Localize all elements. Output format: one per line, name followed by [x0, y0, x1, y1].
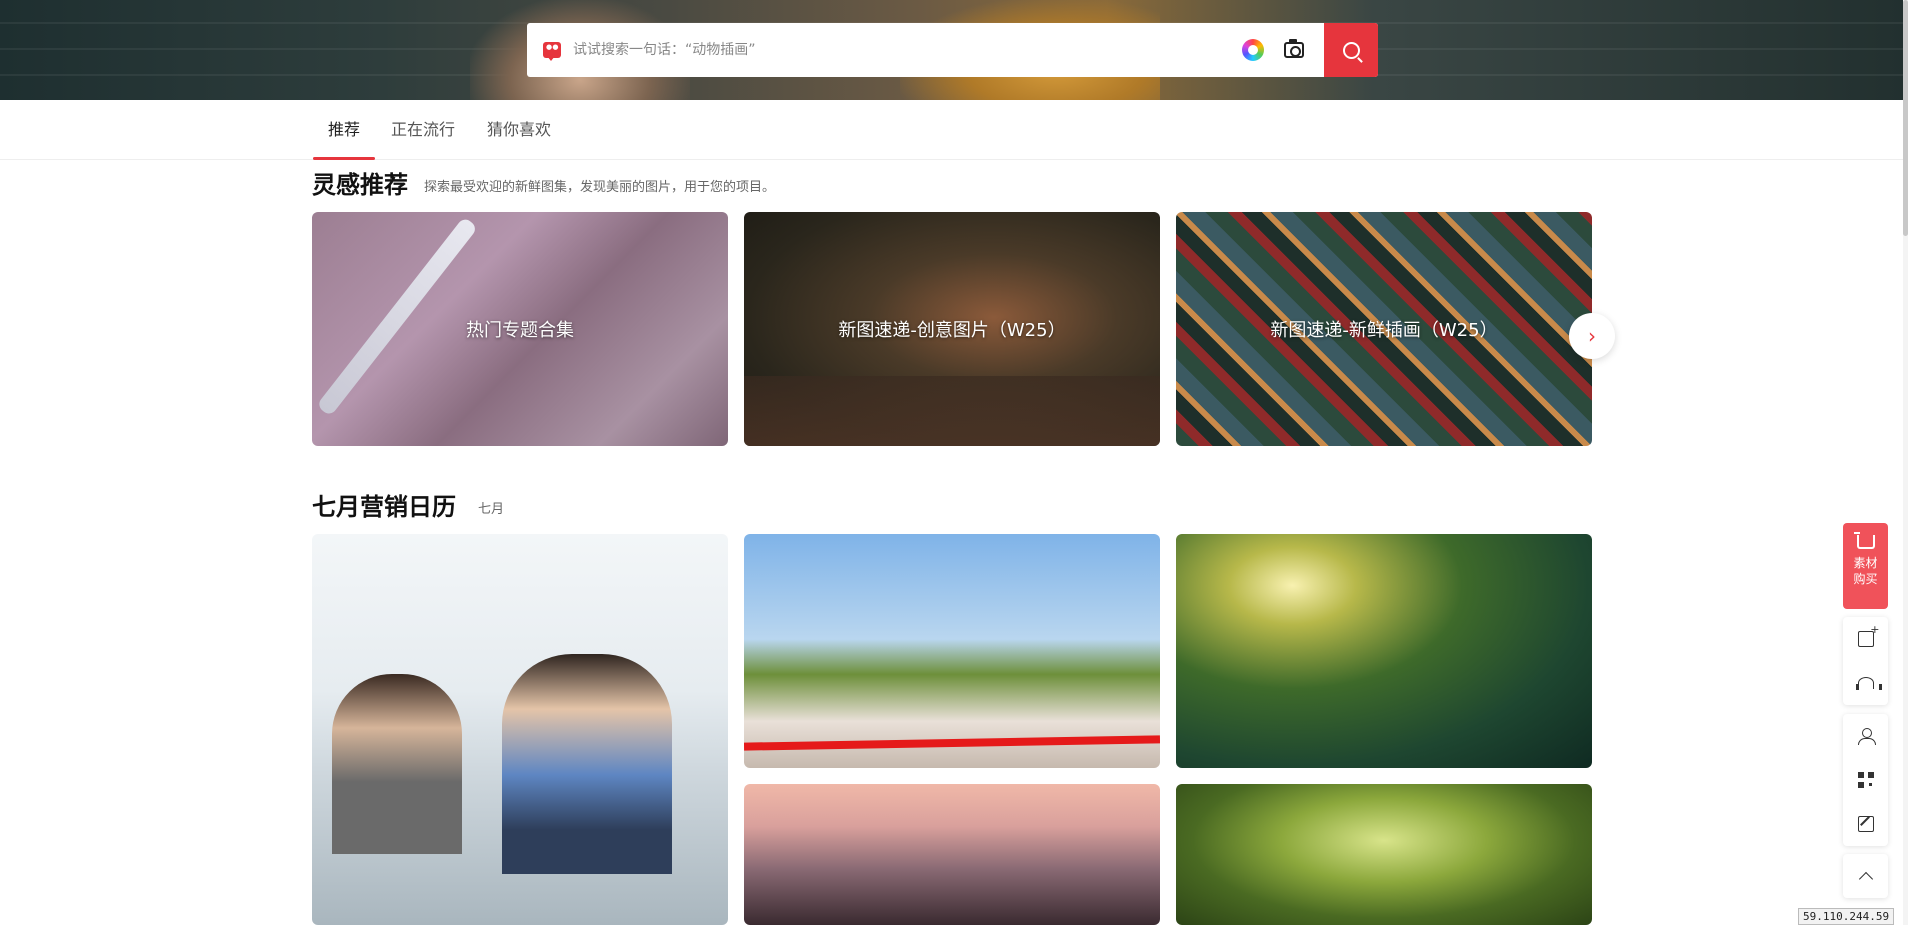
search-button[interactable]	[1324, 23, 1378, 77]
purchase-assets-button[interactable]: 素材 购买	[1843, 523, 1888, 609]
color-search-icon[interactable]	[1242, 39, 1264, 61]
headset-icon	[1855, 677, 1882, 690]
feedback-button[interactable]	[1843, 802, 1888, 846]
collection-card-label: 新图速递-创意图片（W25）	[838, 320, 1066, 341]
search-bar	[527, 23, 1378, 77]
scrollbar-thumb[interactable]	[1903, 0, 1908, 236]
qr-code-icon	[1857, 772, 1874, 788]
customer-service-button[interactable]	[1843, 661, 1888, 705]
image-upload-button[interactable]	[1843, 617, 1888, 661]
collection-card[interactable]: 新图速递-创意图片（W25）	[744, 212, 1160, 446]
camera-search-icon[interactable]	[1284, 39, 1304, 58]
tab-bar: 推荐 正在流行 猜你喜欢	[0, 100, 1908, 160]
collection-card-label: 新图速递-新鲜插画（W25）	[1270, 320, 1498, 341]
image-card[interactable]	[744, 534, 1160, 768]
collection-card[interactable]: 新图速递-新鲜插画（W25）	[1176, 212, 1592, 446]
search-icon	[1342, 41, 1360, 59]
chat-icon	[543, 42, 561, 61]
section-subtitle-inspiration: 探索最受欢迎的新鲜图集，发现美丽的图片，用于您的项目。	[424, 180, 776, 195]
section-title-calendar: 七月营销日历	[312, 493, 456, 521]
image-card[interactable]	[312, 534, 728, 925]
image-card[interactable]	[1176, 784, 1592, 925]
qr-code-button[interactable]	[1843, 758, 1888, 802]
edit-icon	[1857, 816, 1874, 832]
purchase-label-line1: 素材	[1853, 556, 1878, 570]
tab-trending[interactable]: 正在流行	[391, 100, 455, 160]
rail-group-account	[1843, 714, 1888, 846]
user-icon	[1857, 728, 1876, 745]
collection-card[interactable]: 热门专题合集	[312, 212, 728, 446]
carousel-next-button[interactable]: ›	[1569, 313, 1615, 359]
image-card[interactable]	[744, 784, 1160, 925]
back-to-top-icon	[1858, 871, 1873, 887]
page-scrollbar[interactable]	[1903, 0, 1908, 925]
section-subtitle-calendar: 七月	[478, 502, 505, 517]
chevron-right-icon: ›	[1588, 324, 1596, 348]
tab-recommended[interactable]: 推荐	[312, 100, 376, 160]
search-input[interactable]	[573, 23, 1242, 77]
ip-address-badge: 59.110.244.59	[1798, 908, 1895, 925]
back-to-top-button[interactable]	[1843, 854, 1888, 898]
user-button[interactable]	[1843, 714, 1888, 758]
collection-card-label: 热门专题合集	[466, 320, 574, 341]
rail-group-upload-support	[1843, 617, 1888, 705]
section-title-inspiration: 灵感推荐	[312, 171, 408, 199]
image-card[interactable]	[1176, 534, 1592, 768]
cart-icon	[1853, 532, 1875, 549]
tab-you-may-like[interactable]: 猜你喜欢	[487, 100, 551, 160]
image-upload-icon	[1857, 623, 1879, 647]
rail-group-top	[1843, 854, 1888, 898]
purchase-label-line2: 购买	[1853, 572, 1878, 586]
